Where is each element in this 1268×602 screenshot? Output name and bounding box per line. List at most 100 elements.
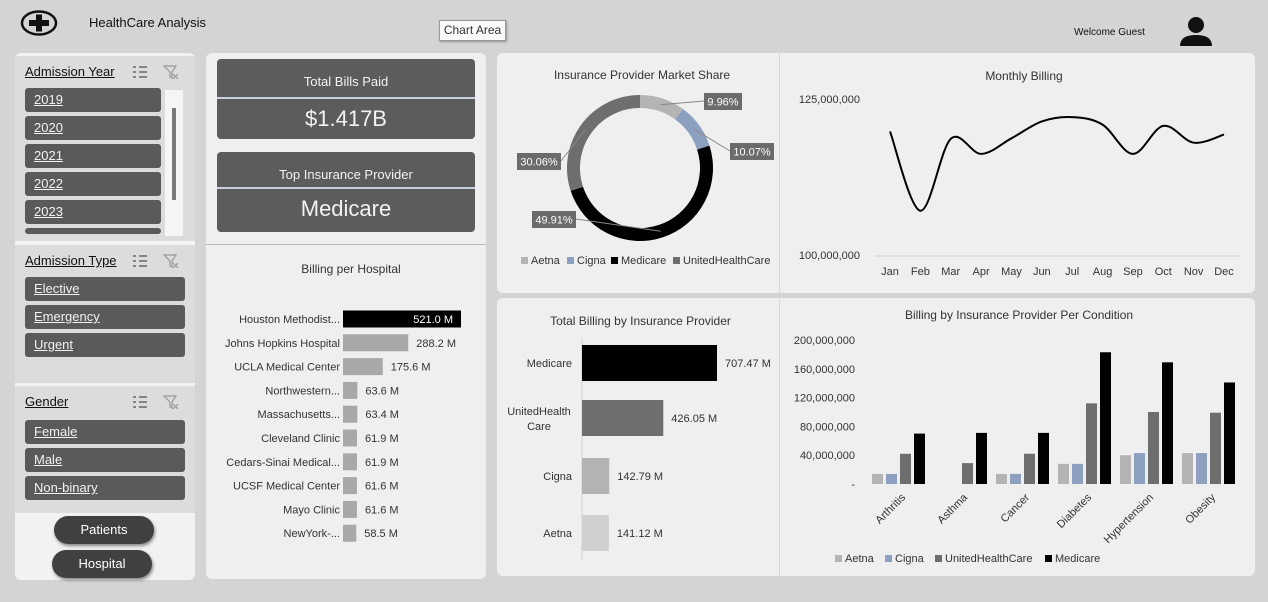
multi-select-icon[interactable]: [132, 64, 148, 80]
gender-title: Gender: [25, 394, 69, 409]
kpi-hospital-panel: Total Bills Paid $1.417B Top Insurance P…: [206, 53, 486, 579]
donut-value-label: 49.91%: [535, 215, 573, 227]
month-label: Jul: [1065, 266, 1079, 278]
year-2019-button[interactable]: 2019: [25, 88, 161, 112]
condition-bar: [872, 473, 883, 484]
emergency-button[interactable]: Emergency: [25, 305, 185, 329]
provider-bar: [582, 345, 717, 381]
hospital-label: Houston Methodist...: [239, 314, 340, 326]
provider-value-label: 426.05 M: [671, 413, 717, 425]
legend-swatch: [673, 257, 680, 264]
year-2020-button[interactable]: 2020: [25, 116, 161, 140]
user-avatar-icon[interactable]: [1176, 16, 1216, 48]
clear-filter-icon[interactable]: [163, 253, 179, 269]
hospital-label: NewYork-...: [284, 528, 340, 540]
legend-label: Aetna: [531, 255, 561, 267]
condition-bar: [1010, 473, 1021, 484]
admission-year-slicer: Admission Year 2019 2020 2021 2022 2023: [15, 56, 195, 241]
provider-bar: [582, 400, 664, 436]
provider-bar: [582, 458, 610, 494]
month-label: Jun: [1033, 266, 1051, 278]
hospital-label: Northwestern...: [265, 385, 340, 397]
hospital-value-label: 63.6 M: [365, 385, 399, 397]
hospital-value-label: 61.9 M: [365, 433, 399, 445]
y-tick-label: 120,000,000: [794, 393, 855, 405]
patients-nav-button[interactable]: Patients: [54, 516, 154, 544]
condition-label: Diabetes: [1055, 491, 1095, 531]
total-bills-card: Total Bills Paid $1.417B: [217, 59, 475, 139]
condition-bar: [1134, 453, 1145, 484]
year-2021-button[interactable]: 2021: [25, 144, 161, 168]
donut-slice: [640, 95, 683, 120]
hospital-value-label: 521.0 M: [413, 314, 453, 326]
total-bills-value: $1.417B: [305, 106, 387, 131]
month-label: Mar: [941, 266, 960, 278]
multi-select-icon[interactable]: [132, 253, 148, 269]
provider-label: UnitedHealth: [507, 406, 571, 418]
condition-bar: [1162, 362, 1173, 484]
elective-button[interactable]: Elective: [25, 277, 185, 301]
hospital-label: Johns Hopkins Hospital: [225, 338, 340, 350]
clear-filter-icon[interactable]: [163, 64, 179, 80]
top-provider-value: Medicare: [300, 196, 392, 221]
hospital-value-label: 58.5 M: [364, 528, 398, 540]
hospital-nav-button[interactable]: Hospital: [52, 550, 152, 578]
condition-bar: [1072, 463, 1083, 484]
multi-select-icon[interactable]: [132, 394, 148, 410]
y-tick-label: 100,000,000: [799, 250, 860, 262]
condition-bar: [1024, 453, 1035, 484]
hospital-bar: [343, 381, 358, 399]
year-scrollbar-thumb[interactable]: [172, 108, 176, 200]
monthly-billing-chart: 125,000,000 100,000,000 Jan Feb Mar Apr May Jun…: [799, 94, 1240, 278]
month-label: Oct: [1155, 266, 1172, 278]
hospital-value-label: 175.6 M: [391, 362, 431, 374]
market-share-chart: 9.96% 10.07% 49.91% 30.06% Aetna Cigna Medicar…: [517, 93, 774, 267]
legend-label: Cigna: [895, 553, 925, 565]
hospital-bar: [343, 429, 358, 447]
y-tick-label: 160,000,000: [794, 364, 855, 376]
y-tick-label: 40,000,000: [800, 450, 855, 462]
female-button[interactable]: Female: [25, 420, 185, 444]
condition-label: Asthma: [935, 491, 970, 526]
condition-billing-chart: 200,000,000 160,000,000 120,000,000 80,000,…: [794, 335, 1235, 565]
provider-value-label: 707.47 M: [725, 358, 771, 370]
provider-billing-chart: Medicare 707.47 M UnitedHealth Care 426.05 M…: [507, 338, 771, 560]
condition-bar: [886, 473, 897, 484]
hospital-bar: [343, 453, 358, 471]
year-partial-button[interactable]: [25, 228, 161, 234]
condition-label: Hypertension: [1102, 492, 1156, 546]
hospital-label: UCLA Medical Center: [234, 362, 340, 374]
hospital-label: Cedars-Sinai Medical...: [226, 457, 340, 469]
hospital-label: Mayo Clinic: [283, 504, 340, 516]
provider-label: Aetna: [543, 528, 573, 540]
hospital-bar: [343, 477, 357, 495]
condition-bar: [1086, 403, 1097, 484]
hospital-bar: [343, 524, 357, 542]
total-bills-label: Total Bills Paid: [303, 74, 389, 89]
condition-bar: [1100, 352, 1111, 484]
donut-slice: [675, 108, 710, 150]
legend-label: UnitedHealthCare: [683, 255, 770, 267]
year-2022-button[interactable]: 2022: [25, 172, 161, 196]
urgent-button[interactable]: Urgent: [25, 333, 185, 357]
non-binary-button[interactable]: Non-binary: [25, 476, 185, 500]
hospital-bar: [343, 334, 409, 352]
plus-logo-icon: [20, 10, 58, 36]
month-label: Feb: [911, 266, 930, 278]
hospital-value-label: 288.2 M: [416, 338, 456, 350]
hospital-chart-title: Billing per Hospital: [301, 262, 401, 276]
clear-filter-icon[interactable]: [163, 394, 179, 410]
top-provider-label: Top Insurance Provider: [279, 167, 413, 182]
month-label: Sep: [1123, 266, 1143, 278]
male-button[interactable]: Male: [25, 448, 185, 472]
gender-slicer: Gender Female Male Non-binary: [15, 386, 195, 513]
panel-divider: [206, 244, 486, 245]
kpi-divider: [217, 97, 475, 99]
legend-label: Medicare: [621, 255, 666, 267]
y-tick-label: 125,000,000: [799, 94, 860, 106]
y-tick-label: -: [851, 479, 855, 491]
year-2023-button[interactable]: 2023: [25, 200, 161, 224]
condition-bar: [900, 453, 911, 484]
hospital-value-label: 61.9 M: [365, 457, 399, 469]
month-label: Dec: [1214, 266, 1234, 278]
